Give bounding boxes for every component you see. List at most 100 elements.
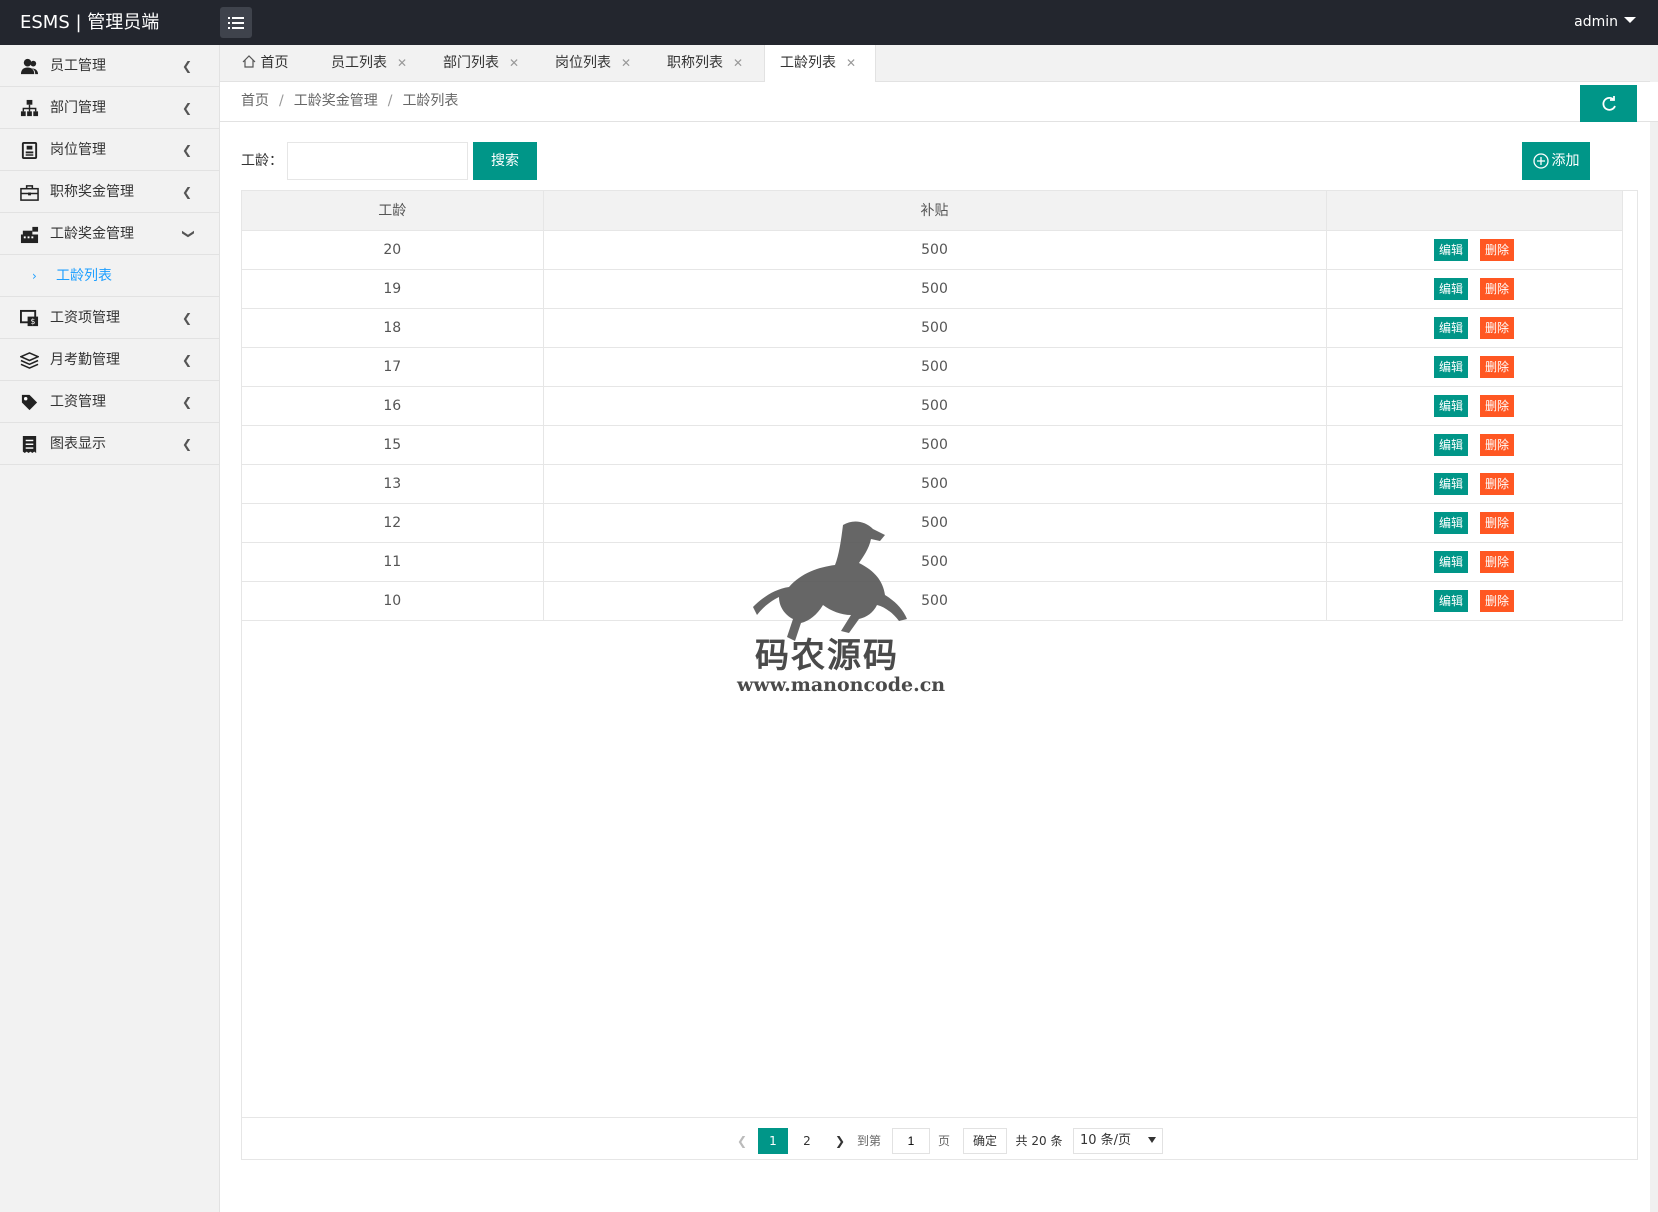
edit-button[interactable]: 编辑 [1434,277,1468,300]
tab-home[interactable]: 首页 [242,45,288,82]
chevron-left-icon: ❮ [182,59,193,73]
edit-button[interactable]: 编辑 [1434,550,1468,573]
sidebar-item-label: 职称奖金管理 [50,184,134,200]
delete-button[interactable]: 删除 [1480,550,1514,573]
table-row: 20 500 编辑 删除 [242,230,1623,270]
watermark-title: 码农源码 [755,636,899,676]
chevron-left-icon: ❮ [182,353,193,367]
sidebar-item-title-bonus[interactable]: 职称奖金管理 ❮ [0,171,219,213]
sidebar-item-departments[interactable]: 部门管理 ❮ [0,87,219,129]
page-size-select[interactable]: 10 条/页 [1073,1128,1163,1154]
sidebar-item-seniority-bonus[interactable]: 工龄奖金管理 ❮ [0,213,219,255]
menu-toggle-button[interactable] [220,7,252,38]
cell-years: 11 [242,542,544,582]
close-icon[interactable]: ✕ [846,56,856,70]
sidebar-item-label: 工龄奖金管理 [50,226,134,242]
sidebar-item-label: 员工管理 [50,58,106,74]
table-row: 19 500 编辑 删除 [242,269,1623,309]
user-menu[interactable]: admin [1574,0,1636,45]
tab-seniority-list[interactable]: 工龄列表 ✕ [764,45,876,83]
tab-position-list[interactable]: 岗位列表 ✕ [555,45,631,82]
edit-button[interactable]: 编辑 [1434,355,1468,378]
edit-button[interactable]: 编辑 [1434,511,1468,534]
sidebar-item-label: 工资项管理 [50,310,120,326]
cell-actions: 编辑 删除 [1326,269,1623,309]
seniority-search-input[interactable] [287,142,468,180]
breadcrumb-section[interactable]: 工龄奖金管理 [294,93,378,109]
id-card-icon [21,141,38,160]
column-header-years[interactable]: 工龄 [242,191,544,231]
home-icon [242,55,256,68]
cell-subsidy: 500 [543,308,1327,348]
edit-button[interactable]: 编辑 [1434,394,1468,417]
edit-button[interactable]: 编辑 [1434,472,1468,495]
edit-button[interactable]: 编辑 [1434,433,1468,456]
delete-button[interactable]: 删除 [1480,511,1514,534]
edit-button[interactable]: 编辑 [1434,238,1468,261]
goto-page-input[interactable] [892,1128,930,1154]
delete-button[interactable]: 删除 [1480,472,1514,495]
tab-label: 工龄列表 [780,55,836,71]
page-1-button[interactable]: 1 [758,1128,788,1154]
delete-button[interactable]: 删除 [1480,238,1514,261]
close-icon[interactable]: ✕ [621,56,631,70]
cell-actions: 编辑 删除 [1326,503,1623,543]
sidebar-item-employees[interactable]: 员工管理 ❮ [0,45,219,87]
close-icon[interactable]: ✕ [397,56,407,70]
briefcase-icon [20,185,39,201]
layers-icon [20,352,39,369]
chevron-left-icon: ❮ [182,311,193,325]
cell-subsidy: 500 [543,230,1327,270]
tag-icon [21,394,38,411]
sidebar-item-positions[interactable]: 岗位管理 ❮ [0,129,219,171]
caret-down-icon [1624,17,1636,23]
delete-button[interactable]: 删除 [1480,277,1514,300]
cell-years: 20 [242,230,544,270]
sidebar-item-attendance[interactable]: 月考勤管理 ❮ [0,339,219,381]
column-header-subsidy[interactable]: 补贴 [543,191,1327,231]
sidebar-item-label: 部门管理 [50,100,106,116]
goto-confirm-button[interactable]: 确定 [963,1128,1007,1154]
vertical-scrollbar[interactable] [1650,45,1658,1212]
cell-years: 15 [242,425,544,465]
column-header-actions [1326,191,1623,231]
close-icon[interactable]: ✕ [509,56,519,70]
cell-years: 13 [242,464,544,504]
add-button-label: 添加 [1551,153,1580,169]
sidebar-item-salary[interactable]: 工资管理 ❮ [0,381,219,423]
sidebar-subitem-seniority-list[interactable]: › 工龄列表 [0,255,219,297]
breadcrumb: 首页 / 工龄奖金管理 / 工龄列表 [241,93,459,109]
table-row: 16 500 编辑 删除 [242,386,1623,426]
sidebar-subitem-label: 工龄列表 [56,268,112,284]
cell-actions: 编辑 删除 [1326,425,1623,465]
sidebar-item-charts[interactable]: 图表显示 ❮ [0,423,219,465]
cell-subsidy: 500 [543,347,1327,387]
top-header: ESMS | 管理员端 admin [0,0,1658,45]
breadcrumb-home[interactable]: 首页 [241,93,269,109]
delete-button[interactable]: 删除 [1480,355,1514,378]
menu-icon [228,16,244,29]
sitemap-icon [20,99,39,117]
tab-department-list[interactable]: 部门列表 ✕ [443,45,519,82]
add-button[interactable]: 添加 [1522,142,1590,180]
page-2-button[interactable]: 2 [792,1128,822,1154]
chevron-left-icon: ❮ [182,185,193,199]
next-page-button[interactable]: ❯ [830,1128,850,1154]
breadcrumb-bar: 首页 / 工龄奖金管理 / 工龄列表 [220,82,1658,122]
prev-page-button[interactable]: ❮ [732,1128,752,1154]
delete-button[interactable]: 删除 [1480,316,1514,339]
edit-button[interactable]: 编辑 [1434,589,1468,612]
cell-years: 10 [242,581,544,621]
edit-button[interactable]: 编辑 [1434,316,1468,339]
refresh-button[interactable] [1580,85,1637,122]
delete-button[interactable]: 删除 [1480,394,1514,417]
tab-employee-list[interactable]: 员工列表 ✕ [331,45,407,82]
close-icon[interactable]: ✕ [733,56,743,70]
cell-subsidy: 500 [543,425,1327,465]
sidebar-item-salary-items[interactable]: $ 工资项管理 ❮ [0,297,219,339]
svg-text:$: $ [30,317,35,326]
tab-title-list[interactable]: 职称列表 ✕ [667,45,743,82]
search-button[interactable]: 搜索 [473,142,537,180]
delete-button[interactable]: 删除 [1480,589,1514,612]
delete-button[interactable]: 删除 [1480,433,1514,456]
